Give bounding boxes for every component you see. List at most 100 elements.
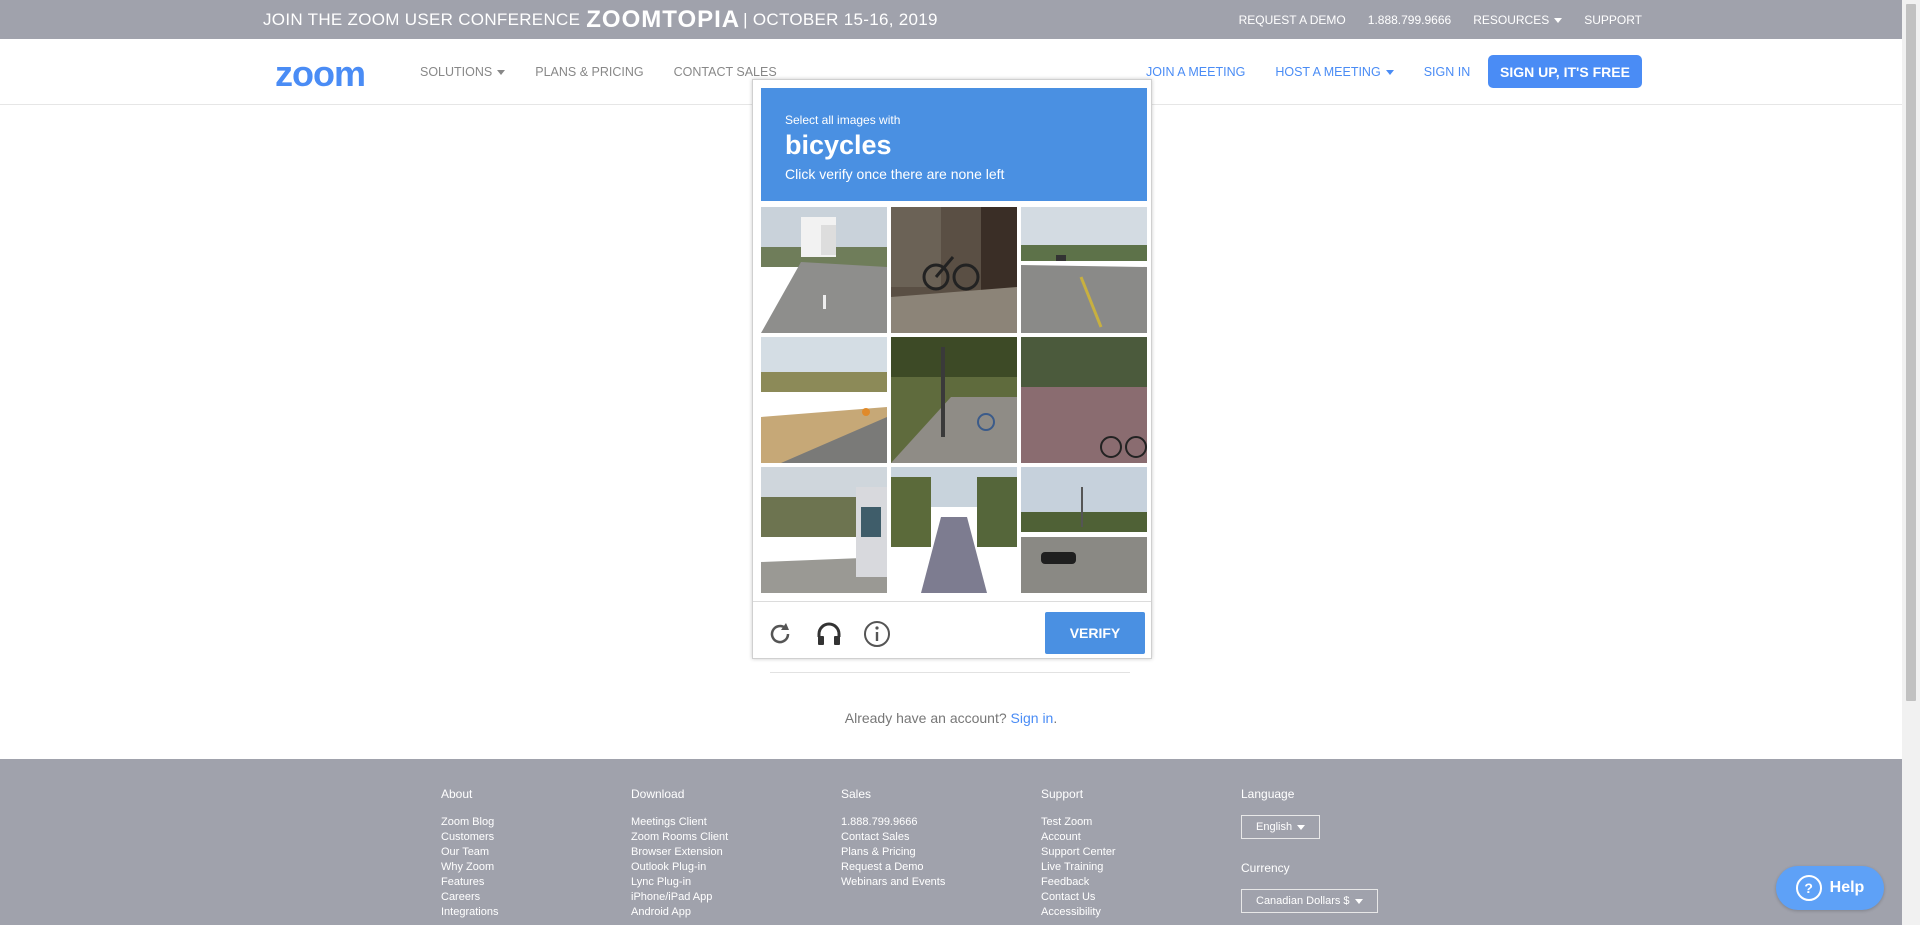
footer-link[interactable]: Plans & Pricing	[841, 845, 945, 860]
language-value: English	[1256, 821, 1293, 833]
chevron-down-icon	[497, 69, 506, 75]
footer-link[interactable]: Live Training	[1041, 860, 1116, 875]
zoomtopia-logo: ZOOMTOPIA	[586, 5, 741, 33]
captcha-target: bicycles	[785, 130, 892, 160]
already-account-text: Already have an account? Sign in.	[0, 710, 1902, 726]
captcha-tile[interactable]	[891, 467, 1017, 593]
footer-link[interactable]: Test Zoom	[1041, 815, 1116, 830]
resources-label: RESOURCES	[1473, 12, 1550, 27]
footer-col-language: Language English Currency Canadian Dolla…	[1241, 787, 1378, 913]
captcha-dialog: Select all images with bicycles Click ve…	[752, 79, 1152, 659]
host-meeting-menu[interactable]: HOST A MEETING	[1275, 64, 1394, 79]
request-demo-link[interactable]: REQUEST A DEMO	[1239, 13, 1346, 27]
captcha-footer-divider	[753, 601, 1151, 602]
chevron-down-icon	[1554, 17, 1563, 23]
footer-link[interactable]: Account	[1041, 830, 1116, 845]
footer-link[interactable]: Lync Plug-in	[631, 875, 728, 890]
captcha-header: Select all images with bicycles Click ve…	[761, 88, 1147, 201]
reload-icon[interactable]	[765, 619, 795, 649]
period: .	[1053, 710, 1058, 726]
host-meeting-label: HOST A MEETING	[1275, 64, 1381, 79]
zoom-logo[interactable]: zoom	[275, 53, 366, 95]
footer-link[interactable]: Contact Us	[1041, 890, 1116, 905]
footer-link[interactable]: Support Center	[1041, 845, 1116, 860]
chevron-down-icon	[1297, 824, 1306, 830]
sign-in-link[interactable]: SIGN IN	[1424, 65, 1471, 79]
footer-link[interactable]: Our Team	[441, 845, 498, 860]
captcha-tile[interactable]	[1021, 467, 1147, 593]
question-icon: ?	[1795, 875, 1822, 901]
chevron-down-icon	[1385, 69, 1394, 75]
resources-menu[interactable]: RESOURCES	[1473, 12, 1563, 27]
scrollbar[interactable]	[1902, 0, 1920, 925]
footer-link[interactable]: Accessibility	[1041, 905, 1116, 920]
help-label: Help	[1829, 879, 1865, 896]
footer-link[interactable]: Meetings Client	[631, 815, 728, 830]
captcha-tile[interactable]	[761, 467, 887, 593]
captcha-tile[interactable]	[891, 337, 1017, 463]
footer-col-title: Sales	[841, 787, 872, 801]
footer-link[interactable]: 1.888.799.9666	[841, 815, 945, 830]
scrollbar-thumb[interactable]	[1906, 4, 1916, 701]
footer-col-title: About	[441, 787, 473, 801]
currency-select[interactable]: Canadian Dollars $	[1241, 889, 1378, 913]
footer-link[interactable]: Android App	[631, 905, 728, 920]
solutions-label: SOLUTIONS	[420, 64, 493, 79]
promo-prefix: JOIN THE ZOOM USER CONFERENCE	[263, 9, 581, 29]
footer-link[interactable]: Customers	[441, 830, 498, 845]
footer-link[interactable]: Outlook Plug-in	[631, 860, 728, 875]
captcha-tile[interactable]	[1021, 207, 1147, 333]
footer-link[interactable]: Request a Demo	[841, 860, 945, 875]
footer-link[interactable]: Webinars and Events	[841, 875, 945, 890]
footer-col-support: Support Test Zoom Account Support Center…	[1041, 787, 1116, 920]
sign-up-button[interactable]: SIGN UP, IT'S FREE	[1488, 55, 1642, 88]
nav-right-links: JOIN A MEETING HOST A MEETING SIGN IN	[1146, 39, 1470, 104]
divider	[770, 672, 1130, 673]
language-select[interactable]: English	[1241, 815, 1321, 839]
footer-link[interactable]: Features	[441, 875, 498, 890]
phone-link[interactable]: 1.888.799.9666	[1368, 13, 1451, 27]
captcha-tile[interactable]	[891, 207, 1017, 333]
captcha-subinstruction: Click verify once there are none left	[785, 166, 1005, 182]
verify-button[interactable]: VERIFY	[1045, 612, 1145, 654]
footer-link[interactable]: Browser Extension	[631, 845, 728, 860]
help-button[interactable]: ? Help	[1776, 866, 1884, 910]
promo-suffix: | OCTOBER 15-16, 2019	[743, 9, 938, 29]
chevron-down-icon	[1354, 898, 1363, 904]
support-link[interactable]: SUPPORT	[1584, 13, 1642, 27]
footer-col-download: Download Meetings Client Zoom Rooms Clie…	[631, 787, 728, 920]
plans-pricing-link[interactable]: PLANS & PRICING	[535, 65, 643, 79]
footer-col-sales: Sales 1.888.799.9666 Contact Sales Plans…	[841, 787, 945, 890]
captcha-tile[interactable]	[761, 207, 887, 333]
captcha-instruction: Select all images with	[785, 113, 901, 127]
conference-promo[interactable]: JOIN THE ZOOM USER CONFERENCE ZOOMTOPIA …	[263, 0, 938, 39]
nav-left-links: SOLUTIONS PLANS & PRICING CONTACT SALES	[420, 39, 777, 104]
top-banner: JOIN THE ZOOM USER CONFERENCE ZOOMTOPIA …	[0, 0, 1902, 39]
footer-col-about: About Zoom Blog Customers Our Team Why Z…	[441, 787, 498, 920]
footer-link[interactable]: Why Zoom	[441, 860, 498, 875]
footer-col-title: Support	[1041, 787, 1084, 801]
already-label: Already have an account?	[844, 710, 1007, 726]
captcha-tile[interactable]	[761, 337, 887, 463]
contact-sales-link[interactable]: CONTACT SALES	[674, 65, 777, 79]
footer-link[interactable]: Contact Sales	[841, 830, 945, 845]
footer-link[interactable]: Zoom Rooms Client	[631, 830, 728, 845]
sign-in-link-bottom[interactable]: Sign in	[1011, 710, 1054, 726]
headphones-icon[interactable]	[814, 619, 844, 649]
captcha-image-grid	[761, 207, 1147, 593]
captcha-tile[interactable]	[1021, 337, 1147, 463]
currency-label: Currency	[1241, 861, 1290, 875]
language-label: Language	[1241, 787, 1295, 801]
footer: About Zoom Blog Customers Our Team Why Z…	[0, 759, 1902, 925]
footer-link[interactable]: Careers	[441, 890, 498, 905]
currency-value: Canadian Dollars $	[1256, 895, 1350, 907]
footer-link[interactable]: Zoom Blog	[441, 815, 498, 830]
footer-link[interactable]: iPhone/iPad App	[631, 890, 728, 905]
footer-link[interactable]: Feedback	[1041, 875, 1116, 890]
info-icon[interactable]	[862, 619, 892, 649]
banner-links: REQUEST A DEMO 1.888.799.9666 RESOURCES …	[1239, 0, 1642, 39]
solutions-menu[interactable]: SOLUTIONS	[420, 64, 506, 79]
join-meeting-link[interactable]: JOIN A MEETING	[1146, 65, 1245, 79]
footer-col-title: Download	[631, 787, 685, 801]
footer-link[interactable]: Integrations	[441, 905, 498, 920]
